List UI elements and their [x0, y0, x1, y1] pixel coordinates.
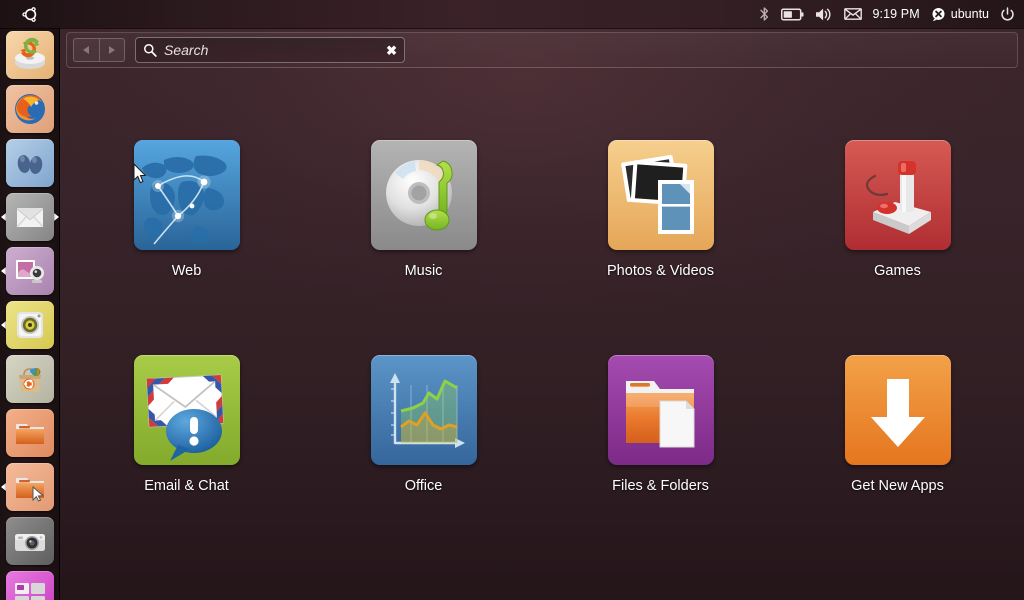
- launcher-item-firefox[interactable]: [0, 82, 59, 136]
- power-indicator[interactable]: [1000, 0, 1015, 28]
- unity-launcher: [0, 28, 60, 600]
- launcher-item-workspace-switcher[interactable]: [0, 568, 59, 600]
- sound-indicator[interactable]: [815, 0, 833, 28]
- folder-cursor-icon: [16, 478, 45, 502]
- web-globe-icon: [133, 140, 240, 250]
- music-cd-note-icon: [370, 140, 477, 250]
- focus-indicator-right: [54, 213, 59, 221]
- dash-category-web[interactable]: Web: [117, 140, 257, 279]
- disk-update-icon: [15, 37, 45, 69]
- forward-arrow-icon: [108, 46, 115, 54]
- dash-category-get-new-apps[interactable]: Get New Apps: [828, 355, 968, 494]
- photos-film-icon: [607, 140, 714, 250]
- category-label: Photos & Videos: [607, 263, 714, 279]
- folder-icon: [16, 424, 44, 444]
- category-label: Games: [874, 263, 921, 279]
- launcher-item-ubuntu-one[interactable]: [0, 136, 59, 190]
- top-panel: 9:19 PM ubuntu: [0, 0, 1024, 28]
- clock-indicator[interactable]: 9:19 PM: [873, 0, 920, 28]
- dash-category-photos-videos[interactable]: Photos & Videos: [591, 140, 731, 279]
- files-folders-icon: [607, 355, 714, 465]
- dash-navigation-buttons: [73, 38, 125, 62]
- launcher-item-files-home[interactable]: [0, 406, 59, 460]
- workspace-icon: [15, 583, 45, 600]
- indicator-area: 9:19 PM ubuntu: [759, 0, 1024, 28]
- user-name-label: ubuntu: [950, 7, 989, 21]
- office-chart-icon: [370, 355, 477, 465]
- media-player-icon: [17, 312, 43, 338]
- back-arrow-icon: [83, 46, 90, 54]
- ubuntu-logo-icon[interactable]: [0, 0, 60, 28]
- dash-category-music[interactable]: Music: [354, 140, 494, 279]
- launcher-item-banshee[interactable]: [0, 298, 59, 352]
- webcam-broadcast-icon: [16, 260, 44, 283]
- unity-dash: Search ✖ Web Music Photos & Videos Games…: [60, 28, 1024, 600]
- back-button[interactable]: [74, 39, 99, 61]
- launcher-item-software-center[interactable]: [0, 352, 59, 406]
- launcher-item-gwibber[interactable]: [0, 244, 59, 298]
- forward-button[interactable]: [98, 39, 124, 61]
- launcher-item-files-browser[interactable]: [0, 460, 59, 514]
- category-label: Get New Apps: [851, 478, 944, 494]
- launcher-item-camera[interactable]: [0, 514, 59, 568]
- email-chat-icon: [133, 355, 240, 465]
- shopping-bag-icon: [19, 368, 41, 392]
- category-label: Email & Chat: [144, 478, 229, 494]
- category-label: Music: [404, 263, 443, 279]
- dash-category-games[interactable]: Games: [828, 140, 968, 279]
- search-placeholder-text: Search: [164, 42, 209, 58]
- dash-category-files-folders[interactable]: Files & Folders: [591, 355, 731, 494]
- battery-icon: [780, 8, 803, 20]
- clock-label: 9:19 PM: [872, 7, 920, 21]
- envelope-mail-icon: [16, 208, 44, 228]
- ubuntu-one-icon: [17, 155, 43, 174]
- envelope-icon: [843, 8, 862, 20]
- search-input[interactable]: Search ✖: [135, 37, 405, 63]
- launcher-item-update-manager[interactable]: [0, 28, 59, 82]
- search-magnifier-icon: [144, 44, 157, 57]
- battery-indicator[interactable]: [780, 0, 804, 28]
- category-label: Files & Folders: [612, 478, 709, 494]
- ubuntu-desktop: 9:19 PM ubuntu Search ✖ Web Music Photos…: [0, 0, 1024, 600]
- firefox-icon: [15, 94, 45, 124]
- session-indicator[interactable]: ubuntu: [931, 0, 989, 28]
- download-arrow-icon: [844, 355, 951, 465]
- messaging-indicator[interactable]: [843, 0, 862, 28]
- category-label: Office: [404, 478, 443, 494]
- dash-category-grid: Web Music Photos & Videos Games Email & …: [68, 140, 1016, 494]
- user-account-icon: [932, 7, 945, 21]
- dash-category-email-chat[interactable]: Email & Chat: [117, 355, 257, 494]
- games-joystick-icon: [844, 140, 951, 250]
- bluetooth-indicator[interactable]: [759, 0, 770, 28]
- camera-icon: [15, 534, 45, 551]
- dash-search-bar: Search ✖: [66, 32, 1018, 68]
- dash-category-office[interactable]: Office: [354, 355, 494, 494]
- volume-icon: [815, 8, 831, 20]
- clear-x-icon[interactable]: ✖: [386, 44, 397, 57]
- launcher-item-thunderbird[interactable]: [0, 190, 59, 244]
- bluetooth-icon: [759, 7, 768, 21]
- category-label: Web: [171, 263, 202, 279]
- power-icon: [1001, 6, 1014, 21]
